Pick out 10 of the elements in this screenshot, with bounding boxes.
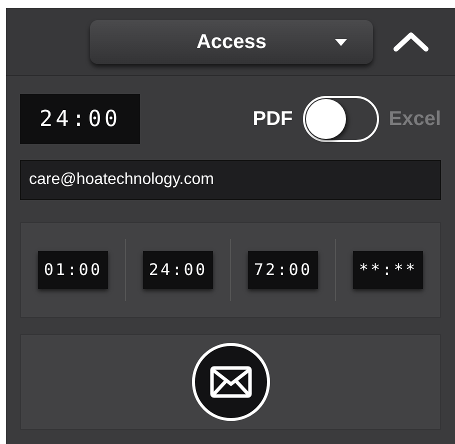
format-option[interactable]: PDF [252, 104, 293, 134]
preset-button[interactable]: 01:00 [38, 251, 108, 289]
timer-display: 24:00 [20, 94, 140, 144]
preset-button[interactable]: 24:00 [142, 251, 214, 289]
preset-button[interactable]: 72:00 [248, 251, 318, 289]
format-toggle[interactable] [302, 96, 379, 142]
access-dropdown[interactable]: Access [90, 20, 373, 64]
envelope-icon [210, 366, 252, 398]
preset-button[interactable]: **:** [352, 251, 424, 289]
email-field[interactable]: care@hoatechnology.com [20, 160, 441, 200]
